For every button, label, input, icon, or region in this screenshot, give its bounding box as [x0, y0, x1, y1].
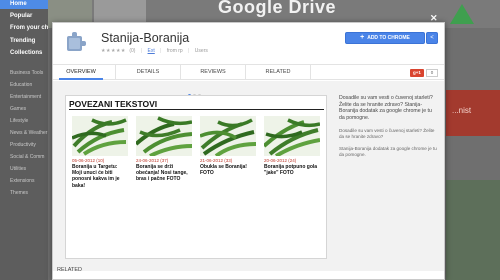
app-title: Stanija-Boranija: [101, 31, 190, 45]
nav-from-your-circles[interactable]: From your ch: [0, 24, 48, 33]
category-item[interactable]: Education: [0, 82, 48, 88]
offered-by: from rp: [166, 48, 183, 54]
user-count: Users: [194, 48, 208, 54]
green-beans-image: [136, 116, 192, 156]
related-section-heading: RELATED: [57, 267, 82, 273]
article-card: 21-06-2012 (33) Obukla se Boranija! FOTO: [200, 116, 256, 176]
category-item[interactable]: Business Tools: [0, 70, 48, 76]
article-card: 05-06-2012 (10) Boranija u Targetu: Moji…: [72, 116, 128, 189]
article-title[interactable]: Obukla se Boranija! FOTO: [200, 164, 256, 176]
description-detail: Stanija-Boranija dodatak za google chrom…: [339, 145, 437, 157]
meta-separator: |: [188, 48, 190, 54]
category-item[interactable]: Entertainment: [0, 94, 48, 100]
puzzle-piece-icon: [65, 31, 87, 53]
green-beans-image: [72, 116, 128, 156]
article-card: 24-06-2012 (37) Boranija se drži obećanj…: [136, 116, 192, 183]
category-item[interactable]: Productivity: [0, 142, 48, 148]
tab-bar: OVERVIEW DETAILS REVIEWS RELATED g+1 0: [53, 64, 444, 80]
store-tile[interactable]: [446, 180, 500, 280]
google-plus-count: 0: [426, 69, 438, 77]
google-plus-button[interactable]: g+1: [410, 69, 424, 77]
plus-icon: +: [360, 34, 365, 41]
app-detail-dialog: Stanija-Boranija ★★★★★ (0) | Ext | from …: [52, 22, 445, 280]
banner-title: Google Drive: [218, 0, 337, 17]
nav-collections[interactable]: Collections: [0, 49, 48, 58]
description-main: Dosadile su vam vesti o čuvenoj starleti…: [339, 95, 433, 122]
category-item[interactable]: News & Weather: [0, 130, 48, 136]
category-item[interactable]: Utilities: [0, 166, 48, 172]
article-title[interactable]: Boranija u Targetu: Moji unuci će biti p…: [72, 164, 128, 189]
heading-underline: [69, 109, 324, 110]
meta-separator: |: [140, 48, 143, 54]
article-title[interactable]: Boranija se drži obećanja! Nosi tange, b…: [136, 164, 192, 183]
nav-trending[interactable]: Trending: [0, 37, 48, 46]
screenshot-carousel: POVEZANI TEKSTOVI 05-06-2012 (10) Borani…: [53, 81, 444, 271]
green-beans-image: [200, 116, 256, 156]
nav-popular[interactable]: Popular: [0, 12, 48, 21]
add-to-chrome-button[interactable]: + ADD TO CHROME: [345, 32, 425, 44]
nav-home[interactable]: Home: [0, 0, 48, 9]
store-tile-label: ...nist: [452, 106, 472, 115]
app-meta: ★★★★★ (0) | Ext | from rp | Users: [101, 48, 208, 54]
store-tile[interactable]: ...nist: [446, 90, 500, 136]
tab-reviews[interactable]: REVIEWS: [181, 65, 245, 80]
app-screenshot[interactable]: POVEZANI TEKSTOVI 05-06-2012 (10) Borani…: [65, 95, 327, 259]
rating-count: (0): [129, 48, 136, 54]
category-link[interactable]: Ext: [148, 48, 155, 54]
tab-related[interactable]: RELATED: [246, 65, 310, 80]
article-date: 21-06-2012 (33): [200, 158, 233, 163]
tab-details[interactable]: DETAILS: [116, 65, 180, 80]
share-icon[interactable]: <: [426, 32, 438, 44]
article-date: 20-06-2012 (24): [264, 158, 297, 163]
rating-stars: ★★★★★: [101, 48, 126, 54]
drive-logo-icon: [450, 4, 474, 24]
green-beans-image: [264, 116, 320, 156]
tab-overview[interactable]: OVERVIEW: [59, 65, 103, 80]
tab-divider: [310, 65, 311, 80]
category-item[interactable]: Lifestyle: [0, 118, 48, 124]
add-to-chrome-label: ADD TO CHROME: [367, 35, 410, 41]
description-detail: Dosadile su vam vesti o čuvenoj starleti…: [339, 127, 435, 139]
meta-separator: |: [160, 48, 162, 54]
screenshot-heading: POVEZANI TEKSTOVI: [69, 99, 158, 109]
article-date: 24-06-2012 (37): [136, 158, 169, 163]
category-item[interactable]: Themes: [0, 190, 48, 196]
category-item[interactable]: Social & Comm: [0, 154, 48, 160]
category-item[interactable]: Extensions: [0, 178, 48, 184]
category-item[interactable]: Games: [0, 106, 48, 112]
article-card: 20-06-2012 (24) Boranija potpuno gola "j…: [264, 116, 320, 176]
store-sidebar: Home Popular From your ch Trending Colle…: [0, 0, 48, 280]
article-title[interactable]: Boranija potpuno gola "jake" FOTO: [264, 164, 320, 176]
app-description: Dosadile su vam vesti o čuvenoj starleti…: [339, 95, 439, 158]
article-date: 05-06-2012 (10): [72, 158, 105, 163]
dialog-header: Stanija-Boranija ★★★★★ (0) | Ext | from …: [53, 23, 444, 63]
